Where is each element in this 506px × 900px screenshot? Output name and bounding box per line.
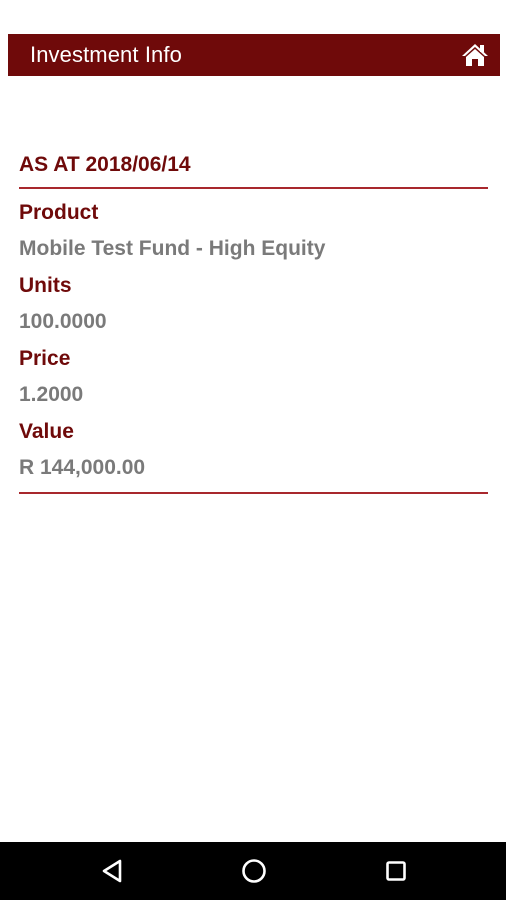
units-value: 100.0000: [19, 310, 107, 333]
system-nav-bar: [0, 842, 506, 900]
investment-details: AS AT 2018/06/14 Product Mobile Test Fun…: [19, 150, 488, 494]
home-icon: [462, 44, 488, 66]
price-label: Price: [19, 347, 71, 370]
nav-back-button[interactable]: [82, 842, 142, 900]
app-header: Investment Info: [8, 34, 500, 76]
nav-recent-button[interactable]: [366, 842, 426, 900]
bottom-divider: [19, 492, 488, 494]
value-value: R 144,000.00: [19, 456, 146, 479]
home-button[interactable]: [460, 40, 490, 70]
fields-list: Product Mobile Test Fund - High Equity U…: [19, 189, 488, 492]
value-label: Value: [19, 420, 74, 443]
page-title: Investment Info: [30, 42, 182, 67]
product-value: Mobile Test Fund - High Equity: [19, 237, 326, 260]
back-triangle-icon: [102, 859, 122, 883]
units-label: Units: [19, 274, 72, 297]
nav-home-button[interactable]: [224, 842, 284, 900]
as-at-date: AS AT 2018/06/14: [19, 153, 191, 176]
home-circle-icon: [242, 859, 266, 883]
price-value: 1.2000: [19, 383, 84, 406]
recent-square-icon: [386, 861, 406, 881]
screen: Investment Info AS AT 2018/06/14 Product…: [0, 0, 506, 900]
product-label: Product: [19, 201, 99, 224]
